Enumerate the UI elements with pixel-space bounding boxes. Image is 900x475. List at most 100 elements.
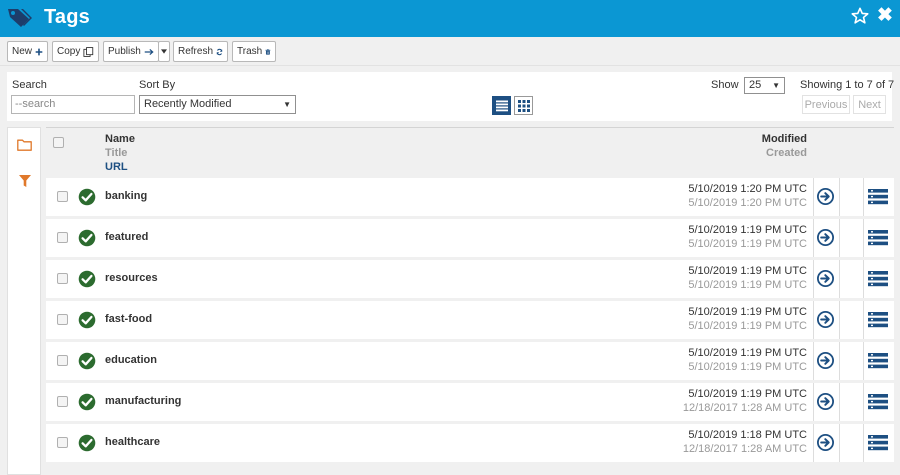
table-header: Name Title URL Modified Created bbox=[46, 127, 894, 175]
row-checkbox[interactable] bbox=[57, 232, 68, 243]
table-row[interactable]: manufacturing 5/10/2019 1:19 PM UTC 12/1… bbox=[46, 383, 894, 421]
row-checkbox[interactable] bbox=[57, 437, 68, 448]
table-row[interactable]: healthcare 5/10/2019 1:18 PM UTC 12/18/2… bbox=[46, 424, 894, 462]
grid-view-button[interactable] bbox=[514, 96, 533, 115]
publish-label: Publish bbox=[108, 46, 141, 57]
modified-date: 5/10/2019 1:19 PM UTC bbox=[688, 224, 807, 236]
modified-date: 5/10/2019 1:19 PM UTC bbox=[688, 347, 807, 359]
publish-dropdown-button[interactable] bbox=[158, 41, 170, 62]
created-date: 5/10/2019 1:19 PM UTC bbox=[688, 361, 807, 373]
tag-name[interactable]: education bbox=[105, 354, 157, 366]
column-header-url[interactable]: URL bbox=[105, 161, 128, 173]
column-divider bbox=[839, 219, 840, 257]
tag-name[interactable]: featured bbox=[105, 231, 148, 243]
table-row[interactable]: education 5/10/2019 1:19 PM UTC 5/10/201… bbox=[46, 342, 894, 380]
list-menu-icon[interactable] bbox=[868, 189, 888, 205]
filter-icon[interactable] bbox=[19, 175, 31, 188]
check-circle-icon bbox=[78, 311, 96, 329]
trash-label: Trash bbox=[237, 46, 263, 57]
list-menu-icon[interactable] bbox=[868, 394, 888, 410]
check-circle-icon bbox=[78, 188, 96, 206]
column-header-name[interactable]: Name bbox=[105, 133, 135, 145]
column-header-title[interactable]: Title bbox=[105, 147, 127, 159]
list-menu-icon[interactable] bbox=[868, 353, 888, 369]
arrow-circle-right-icon[interactable] bbox=[817, 393, 834, 410]
row-checkbox[interactable] bbox=[57, 396, 68, 407]
column-divider bbox=[839, 383, 840, 421]
copy-icon bbox=[83, 46, 94, 57]
star-icon[interactable] bbox=[851, 7, 869, 25]
folder-icon[interactable] bbox=[17, 139, 32, 151]
page-title: Tags bbox=[44, 6, 90, 28]
tag-name[interactable]: manufacturing bbox=[105, 395, 181, 407]
modified-date: 5/10/2019 1:19 PM UTC bbox=[688, 306, 807, 318]
grid-view-icon bbox=[518, 100, 530, 112]
left-rail bbox=[7, 127, 41, 475]
table-row[interactable]: resources 5/10/2019 1:19 PM UTC 5/10/201… bbox=[46, 260, 894, 298]
created-date: 5/10/2019 1:19 PM UTC bbox=[688, 320, 807, 332]
list-menu-icon[interactable] bbox=[868, 435, 888, 451]
close-icon[interactable]: ✖ bbox=[877, 6, 893, 26]
show-label: Show bbox=[711, 79, 739, 91]
column-divider bbox=[839, 424, 840, 462]
created-date: 12/18/2017 1:28 AM UTC bbox=[682, 443, 807, 455]
table-row[interactable]: banking 5/10/2019 1:20 PM UTC 5/10/2019 … bbox=[46, 178, 894, 216]
showing-count: Showing 1 to 7 of 7 bbox=[800, 79, 895, 91]
tag-name[interactable]: banking bbox=[105, 190, 147, 202]
table-row[interactable]: fast-food 5/10/2019 1:19 PM UTC 5/10/201… bbox=[46, 301, 894, 339]
row-checkbox[interactable] bbox=[57, 273, 68, 284]
modified-date: 5/10/2019 1:18 PM UTC bbox=[688, 429, 807, 441]
refresh-button[interactable]: Refresh bbox=[173, 41, 228, 62]
row-checkbox[interactable] bbox=[57, 355, 68, 366]
arrow-circle-right-icon[interactable] bbox=[817, 352, 834, 369]
column-divider bbox=[863, 342, 864, 380]
tag-icon bbox=[8, 9, 32, 27]
arrow-circle-right-icon[interactable] bbox=[817, 434, 834, 451]
list-menu-icon[interactable] bbox=[868, 271, 888, 287]
arrow-circle-right-icon[interactable] bbox=[817, 311, 834, 328]
column-divider bbox=[863, 383, 864, 421]
page-size-value: 25 bbox=[749, 79, 762, 91]
next-button[interactable]: Next bbox=[853, 95, 886, 114]
caret-down-icon bbox=[161, 49, 167, 54]
table-row[interactable]: featured 5/10/2019 1:19 PM UTC 5/10/2019… bbox=[46, 219, 894, 257]
sort-by-select[interactable]: Recently Modified ▼ bbox=[139, 95, 296, 114]
modified-date: 5/10/2019 1:20 PM UTC bbox=[688, 183, 807, 195]
list-view-button[interactable] bbox=[492, 96, 511, 115]
trash-button[interactable]: Trash bbox=[232, 41, 276, 62]
list-menu-icon[interactable] bbox=[868, 230, 888, 246]
arrow-circle-right-icon[interactable] bbox=[817, 229, 834, 246]
page-size-select[interactable]: 25 ▼ bbox=[744, 77, 785, 94]
refresh-icon bbox=[216, 48, 223, 55]
created-date: 12/18/2017 1:28 AM UTC bbox=[682, 402, 807, 414]
new-button[interactable]: New bbox=[7, 41, 48, 62]
column-divider bbox=[813, 219, 814, 257]
check-circle-icon bbox=[78, 393, 96, 411]
column-divider bbox=[863, 260, 864, 298]
created-date: 5/10/2019 1:19 PM UTC bbox=[688, 238, 807, 250]
publish-button[interactable]: Publish bbox=[103, 41, 159, 62]
arrow-circle-right-icon[interactable] bbox=[817, 270, 834, 287]
column-divider bbox=[839, 301, 840, 339]
created-date: 5/10/2019 1:20 PM UTC bbox=[688, 197, 807, 209]
column-divider bbox=[839, 342, 840, 380]
sort-by-value: Recently Modified bbox=[144, 98, 232, 110]
caret-down-icon: ▼ bbox=[283, 100, 291, 109]
column-header-created[interactable]: Created bbox=[766, 147, 807, 159]
tag-name[interactable]: resources bbox=[105, 272, 158, 284]
search-input[interactable]: --search bbox=[11, 95, 135, 114]
title-bar: Tags ✖ bbox=[0, 0, 900, 37]
row-checkbox[interactable] bbox=[57, 191, 68, 202]
copy-button[interactable]: Copy bbox=[52, 41, 99, 62]
tag-name[interactable]: fast-food bbox=[105, 313, 152, 325]
search-label: Search bbox=[12, 79, 47, 91]
column-header-modified[interactable]: Modified bbox=[762, 133, 807, 145]
select-all-checkbox[interactable] bbox=[53, 137, 64, 148]
check-circle-icon bbox=[78, 352, 96, 370]
tag-name[interactable]: healthcare bbox=[105, 436, 160, 448]
arrow-circle-right-icon[interactable] bbox=[817, 188, 834, 205]
previous-button[interactable]: Previous bbox=[802, 95, 850, 114]
trash-icon bbox=[265, 48, 271, 55]
row-checkbox[interactable] bbox=[57, 314, 68, 325]
list-menu-icon[interactable] bbox=[868, 312, 888, 328]
